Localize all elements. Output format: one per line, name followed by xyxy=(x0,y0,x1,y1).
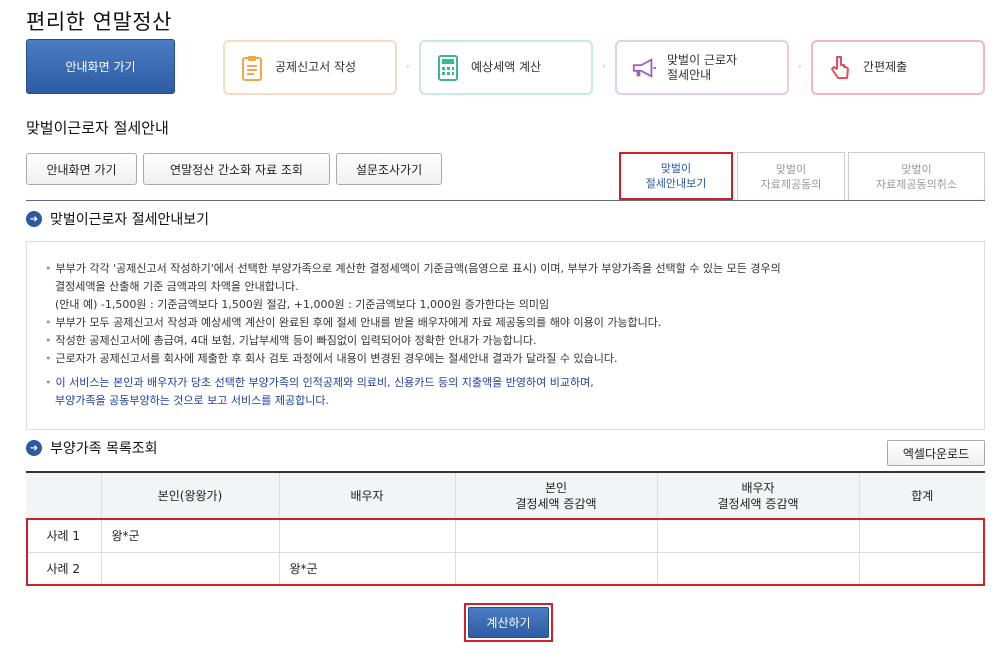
tab-label-line1: 맞벌이 xyxy=(660,162,692,175)
header-text: 결정세액 증감액 xyxy=(515,496,597,511)
step-tax-calculation[interactable]: 예상세액 계산 xyxy=(419,40,593,95)
cell-self: 왕*군 xyxy=(101,519,280,553)
step-label: 공제신고서 작성 xyxy=(275,60,357,74)
tab-label-line2: 자료제공동의취소 xyxy=(876,177,957,191)
tab-divider xyxy=(26,200,985,201)
info-text: 결정세액을 산출해 기준 금액과의 차액을 안내합니다. xyxy=(55,280,299,293)
megaphone-icon xyxy=(631,54,657,82)
tab-label-line2: 절세안내보기 xyxy=(645,177,707,190)
cell-self xyxy=(101,552,280,586)
info-text: 부부가 각각 '공제신고서 작성하기'에서 선택한 부양가족으로 계산한 결정세… xyxy=(55,262,781,275)
pointer-hand-icon xyxy=(827,54,853,82)
section-title-guide: ➜ 맞벌이근로자 절세안내보기 xyxy=(26,209,209,229)
arrow-circle-icon: ➜ xyxy=(26,440,42,456)
step-deduction-form[interactable]: 공제신고서 작성 xyxy=(223,40,397,95)
cell-total xyxy=(859,519,985,553)
notice-text: 이 서비스는 본인과 배우자가 당초 선택한 부양가족의 인적공제와 의료비, … xyxy=(55,376,594,389)
info-item: • 작성한 공제신고서에 총급여, 4대 보험, 기납부세액 등이 빠짐없이 입력… xyxy=(45,334,537,347)
cell-spouse xyxy=(279,519,456,553)
step-dual-income-guide[interactable]: 맞벌이 근로자 절세안내 xyxy=(615,40,789,95)
info-item: • 부부가 모두 공제신고서 작성과 예상세액 계산이 완료된 후에 절세 안내를… xyxy=(45,316,662,329)
guide-home-button[interactable]: 안내화면 가기 xyxy=(26,39,175,94)
survey-button[interactable]: 설문조사가기 xyxy=(336,153,442,185)
tab-label-line2: 자료제공동의 xyxy=(760,177,822,191)
step-arrow-icon: › xyxy=(602,62,606,72)
simplified-data-lookup-button[interactable]: 연말정산 간소화 자료 조회 xyxy=(143,153,330,185)
tab-data-consent[interactable]: 맞벌이 자료제공동의 xyxy=(737,152,845,200)
step-simple-submit[interactable]: 간편제출 xyxy=(811,40,985,95)
excel-download-button[interactable]: 엑셀다운로드 xyxy=(887,440,985,466)
cell-spouse: 왕*군 xyxy=(279,552,456,586)
header-text: 결정세액 증감액 xyxy=(717,496,799,511)
info-item: • 근로자가 공제신고서를 회사에 제출한 후 회사 검토 과정에서 내용이 변경… xyxy=(45,352,618,365)
header-text: 배우자 xyxy=(741,480,775,495)
info-text: 부부가 모두 공제신고서 작성과 예상세액 계산이 완료된 후에 절세 안내를 … xyxy=(55,316,662,329)
table-row[interactable]: 사례 2 왕*군 xyxy=(26,552,985,586)
step-label-line1: 맞벌이 근로자 xyxy=(667,52,738,67)
step-label-line2: 절세안내 xyxy=(667,67,712,82)
header-case xyxy=(26,471,102,520)
app-title: 편리한 연말정산 xyxy=(26,10,172,34)
header-spouse: 배우자 xyxy=(279,471,456,520)
header-spouse-diff: 배우자 결정세액 증감액 xyxy=(657,471,860,520)
section-title-text: 부양가족 목록조회 xyxy=(50,441,158,457)
clipboard-icon xyxy=(239,54,265,82)
notice-text: 부양가족을 공동부양하는 것으로 보고 서비스를 제공합니다. xyxy=(55,394,329,407)
tab-label-line1: 맞벌이 xyxy=(901,162,932,176)
header-text: 본인 xyxy=(544,480,568,495)
notice-item: • 이 서비스는 본인과 배우자가 당초 선택한 부양가족의 인적공제와 의료비,… xyxy=(45,376,594,389)
info-text: (안내 예) -1,500원 : 기준금액보다 1,500원 절감, +1,00… xyxy=(55,298,550,311)
section-title-dependents: ➜ 부양가족 목록조회 xyxy=(26,438,158,458)
calculate-button-frame: 계산하기 xyxy=(464,603,553,642)
cell-self-diff xyxy=(455,552,658,586)
header-self: 본인(왕왕가) xyxy=(101,471,280,520)
info-text: 근로자가 공제신고서를 회사에 제출한 후 회사 검토 과정에서 내용이 변경된… xyxy=(55,352,618,365)
tab-tax-saving-guide[interactable]: 맞벌이 절세안내보기 xyxy=(619,152,733,200)
header-self-diff: 본인 결정세액 증감액 xyxy=(455,471,658,520)
table-header-row: 본인(왕왕가) 배우자 본인 결정세액 증감액 배우자 결정세액 증감액 합계 xyxy=(26,471,985,520)
cell-case: 사례 2 xyxy=(26,552,102,586)
cell-case: 사례 1 xyxy=(26,519,102,553)
calculator-icon xyxy=(435,54,461,82)
cell-self-diff xyxy=(455,519,658,553)
info-text: 작성한 공제신고서에 총급여, 4대 보험, 기납부세액 등이 빠짐없이 입력되… xyxy=(55,334,537,347)
guide-home-button-small[interactable]: 안내화면 가기 xyxy=(26,153,137,185)
cell-total xyxy=(859,552,985,586)
step-label: 맞벌이 근로자 절세안내 xyxy=(667,53,737,83)
step-arrow-icon: › xyxy=(406,62,410,72)
step-label: 간편제출 xyxy=(863,60,908,74)
cell-spouse-diff xyxy=(657,519,860,553)
info-item: (안내 예) -1,500원 : 기준금액보다 1,500원 절감, +1,00… xyxy=(45,296,984,314)
page-title: 맞벌이근로자 절세안내 xyxy=(26,119,169,137)
step-label: 예상세액 계산 xyxy=(471,60,542,74)
cell-spouse-diff xyxy=(657,552,860,586)
info-item: • 부부가 각각 '공제신고서 작성하기'에서 선택한 부양가족으로 계산한 결정… xyxy=(45,262,781,275)
tab-data-consent-cancel[interactable]: 맞벌이 자료제공동의취소 xyxy=(848,152,985,200)
info-item: 결정세액을 산출해 기준 금액과의 차액을 안내합니다. xyxy=(45,278,984,296)
header-total: 합계 xyxy=(859,471,985,520)
info-box: • 부부가 각각 '공제신고서 작성하기'에서 선택한 부양가족으로 계산한 결정… xyxy=(26,241,985,430)
dependents-table: 본인(왕왕가) 배우자 본인 결정세액 증감액 배우자 결정세액 증감액 합계 사례… xyxy=(26,471,985,586)
table-row[interactable]: 사례 1 왕*군 xyxy=(26,519,985,553)
tab-label-line1: 맞벌이 xyxy=(775,162,807,176)
calculate-button[interactable]: 계산하기 xyxy=(468,607,549,638)
arrow-circle-icon: ➜ xyxy=(26,211,42,227)
notice-item: 부양가족을 공동부양하는 것으로 보고 서비스를 제공합니다. xyxy=(45,392,984,410)
step-arrow-icon: › xyxy=(798,62,802,72)
section-title-text: 맞벌이근로자 절세안내보기 xyxy=(50,212,210,228)
